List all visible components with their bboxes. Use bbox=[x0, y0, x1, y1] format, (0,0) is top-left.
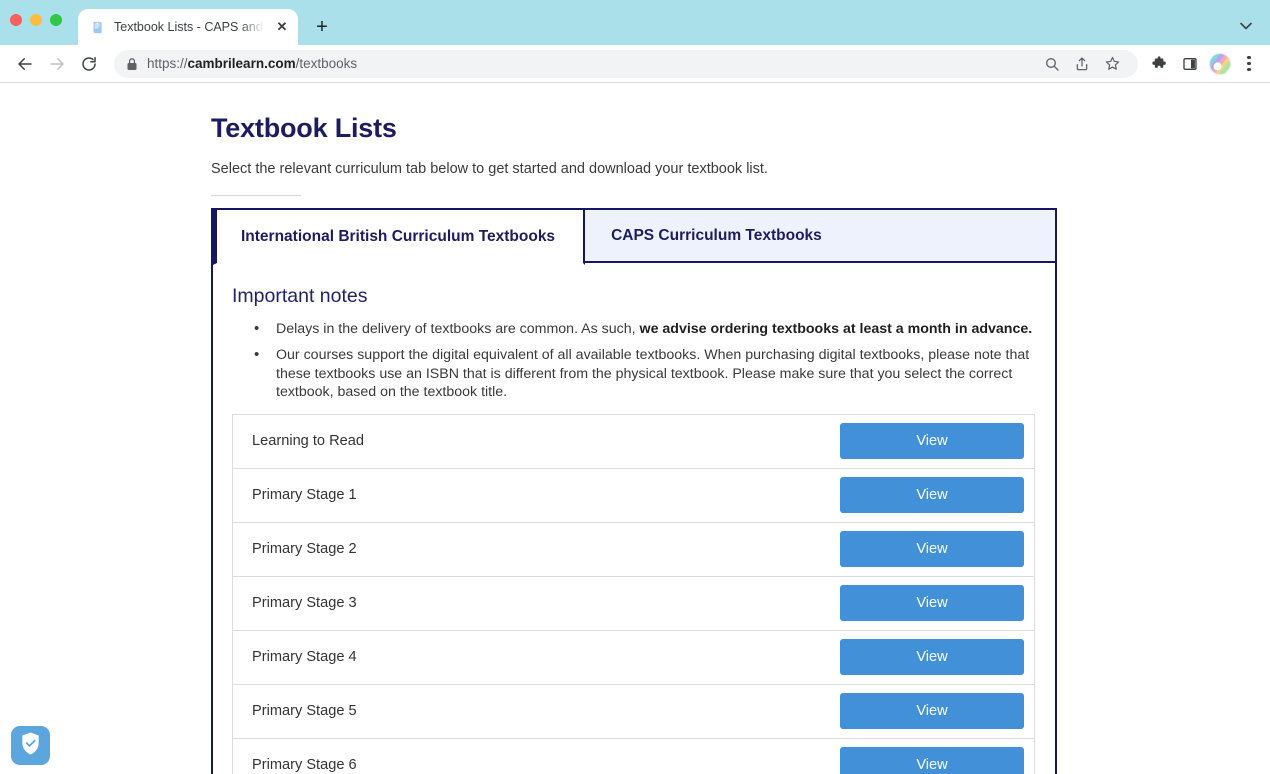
table-row: Primary Stage 2 View bbox=[233, 523, 1034, 577]
new-tab-button[interactable]: + bbox=[308, 13, 336, 41]
reload-button[interactable] bbox=[74, 49, 104, 79]
view-button[interactable]: View bbox=[840, 747, 1024, 774]
extensions-puzzle-icon[interactable] bbox=[1146, 50, 1174, 78]
tab-panel-international-british: Important notes Delays in the delivery o… bbox=[213, 263, 1055, 774]
view-button[interactable]: View bbox=[840, 693, 1024, 730]
url-text: https://cambrilearn.com/textbooks bbox=[147, 56, 357, 71]
shield-check-icon bbox=[19, 731, 42, 761]
tab-caps-curriculum[interactable]: CAPS Curriculum Textbooks bbox=[585, 210, 1055, 263]
textbook-card: International British Curriculum Textboo… bbox=[211, 208, 1057, 774]
book-favicon bbox=[90, 19, 106, 35]
tab-international-british-curriculum[interactable]: International British Curriculum Textboo… bbox=[213, 210, 586, 265]
tab-search-chevron-icon[interactable] bbox=[1234, 14, 1258, 38]
lock-icon bbox=[126, 57, 138, 71]
curriculum-tabs: International British Curriculum Textboo… bbox=[213, 210, 1055, 265]
note-text: Our courses support the digital equivale… bbox=[276, 347, 1030, 401]
textbook-name: Primary Stage 4 bbox=[252, 649, 357, 666]
important-notes-list: Delays in the delivery of textbooks are … bbox=[232, 319, 1035, 402]
textbook-name: Primary Stage 1 bbox=[252, 487, 357, 504]
table-row: Primary Stage 6 View bbox=[233, 739, 1034, 774]
bookmark-star-icon[interactable] bbox=[1098, 50, 1126, 78]
table-row: Learning to Read View bbox=[233, 415, 1034, 469]
textbook-table: Learning to Read View Primary Stage 1 Vi… bbox=[232, 413, 1035, 774]
share-icon[interactable] bbox=[1068, 50, 1096, 78]
browser-window: Textbook Lists - CAPS and Brit ✕ + bbox=[0, 0, 1270, 774]
view-button[interactable]: View bbox=[840, 477, 1024, 514]
close-window-button[interactable] bbox=[10, 14, 22, 26]
browser-menu-icon[interactable] bbox=[1238, 52, 1260, 76]
note-item: Delays in the delivery of textbooks are … bbox=[254, 319, 1035, 339]
address-bar[interactable]: https://cambrilearn.com/textbooks bbox=[114, 49, 1138, 78]
textbook-name: Primary Stage 6 bbox=[252, 757, 357, 774]
close-tab-icon[interactable]: ✕ bbox=[272, 17, 292, 37]
page-viewport: Textbook Lists Select the relevant curri… bbox=[0, 83, 1270, 774]
table-row: Primary Stage 1 View bbox=[233, 469, 1034, 523]
browser-toolbar: https://cambrilearn.com/textbooks bbox=[0, 45, 1270, 83]
url-host: cambrilearn.com bbox=[187, 56, 296, 71]
url-path: /textbooks bbox=[295, 56, 358, 71]
profile-avatar[interactable] bbox=[1209, 52, 1231, 75]
view-button[interactable]: View bbox=[840, 423, 1024, 460]
view-button[interactable]: View bbox=[840, 531, 1024, 568]
tab-strip: Textbook Lists - CAPS and Brit ✕ + bbox=[78, 0, 336, 45]
table-row: Primary Stage 3 View bbox=[233, 577, 1034, 631]
page-title: Textbook Lists bbox=[211, 113, 397, 143]
browser-tab[interactable]: Textbook Lists - CAPS and Brit ✕ bbox=[78, 9, 298, 45]
textbook-name: Primary Stage 2 bbox=[252, 541, 357, 558]
zoom-search-icon[interactable] bbox=[1038, 50, 1066, 78]
window-controls bbox=[10, 14, 62, 26]
important-notes-heading: Important notes bbox=[232, 285, 368, 307]
note-emphasis: we advise ordering textbooks at least a … bbox=[639, 321, 1033, 337]
tab-title: Textbook Lists - CAPS and Brit bbox=[114, 20, 264, 34]
forward-button[interactable] bbox=[42, 49, 72, 79]
page-content: Textbook Lists Select the relevant curri… bbox=[0, 83, 1270, 774]
textbook-name: Learning to Read bbox=[252, 433, 364, 450]
table-row: Primary Stage 5 View bbox=[233, 685, 1034, 739]
side-panel-icon[interactable] bbox=[1176, 50, 1204, 78]
back-button[interactable] bbox=[10, 49, 40, 79]
privacy-shield-badge[interactable] bbox=[11, 726, 50, 765]
view-button[interactable]: View bbox=[840, 639, 1024, 676]
page-subtitle: Select the relevant curriculum tab below… bbox=[211, 161, 768, 177]
view-button[interactable]: View bbox=[840, 585, 1024, 622]
minimize-window-button[interactable] bbox=[30, 14, 42, 26]
note-item: Our courses support the digital equivale… bbox=[254, 345, 1035, 401]
maximize-window-button[interactable] bbox=[50, 14, 62, 26]
textbook-name: Primary Stage 5 bbox=[252, 703, 357, 720]
url-scheme: https:// bbox=[147, 56, 188, 71]
note-text: Delays in the delivery of textbooks are … bbox=[276, 321, 640, 337]
subtitle-divider bbox=[211, 195, 301, 196]
omnibox-actions bbox=[1038, 50, 1126, 78]
textbook-name: Primary Stage 3 bbox=[252, 595, 357, 612]
table-row: Primary Stage 4 View bbox=[233, 631, 1034, 685]
browser-titlebar: Textbook Lists - CAPS and Brit ✕ + bbox=[0, 0, 1270, 45]
